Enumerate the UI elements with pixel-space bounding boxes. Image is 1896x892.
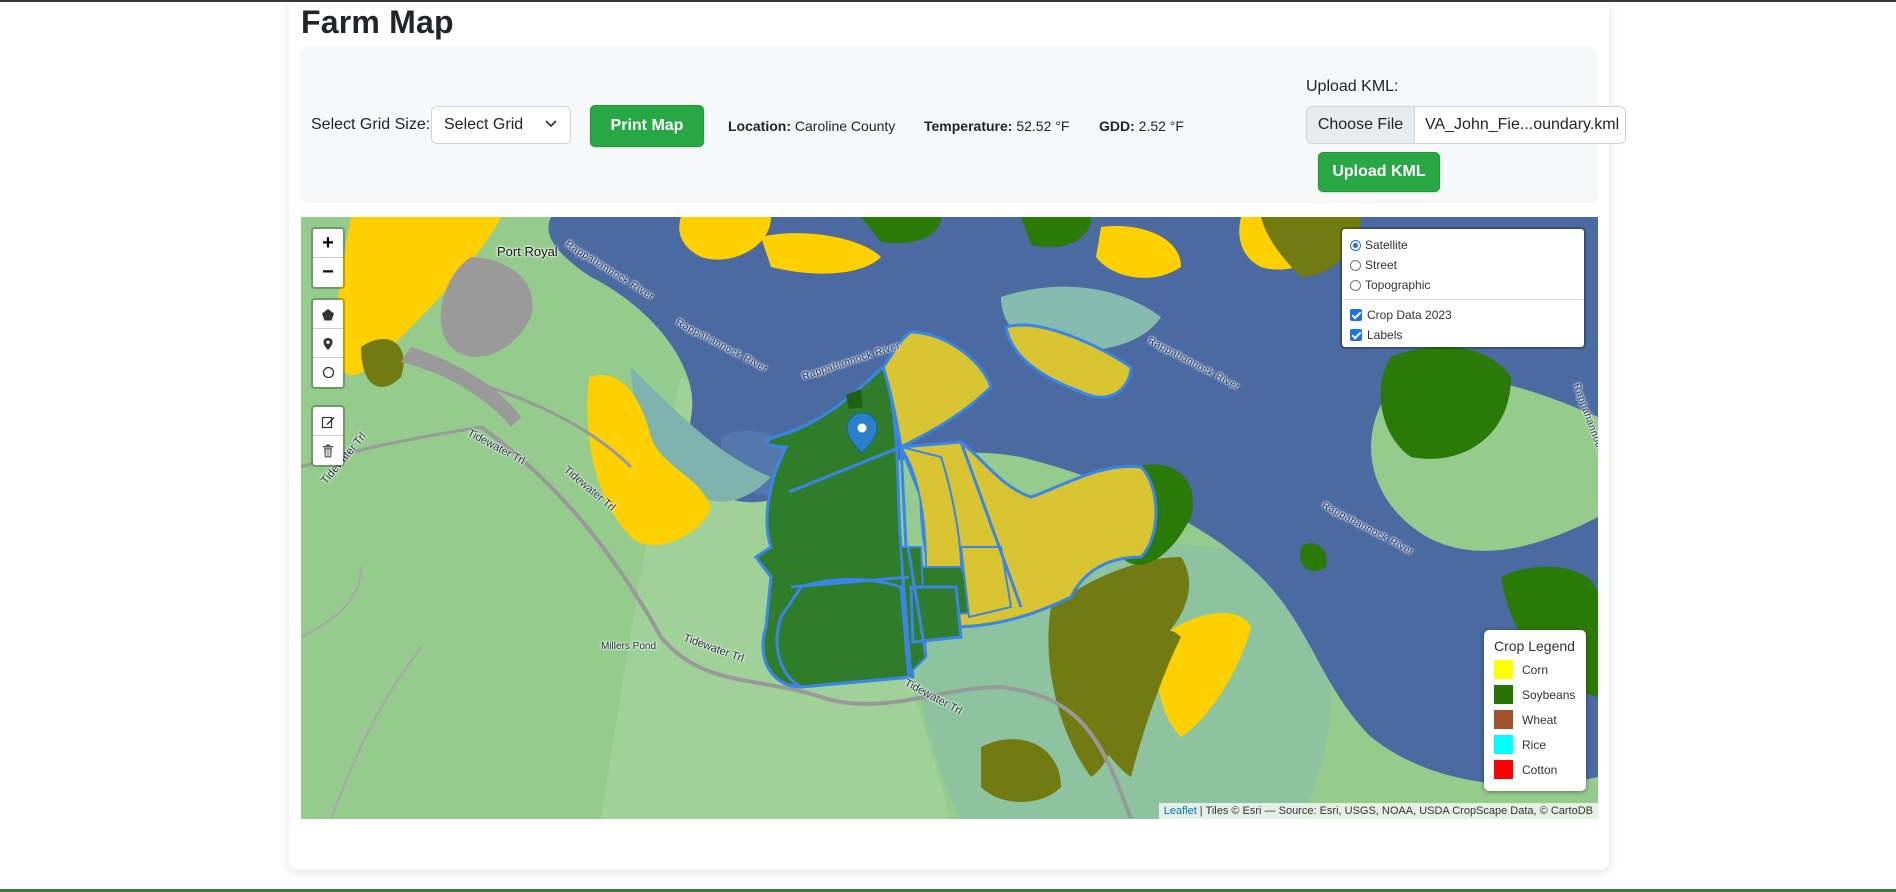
legend-swatch-corn [1494,660,1513,679]
crop-legend: Crop Legend Corn Soybeans Wheat Rice Cot… [1484,630,1586,791]
print-map-button[interactable]: Print Map [590,105,704,147]
draw-circle-button[interactable] [313,358,343,387]
legend-item-soybeans: Soybeans [1494,682,1576,707]
legend-swatch-wheat [1494,710,1513,729]
radio-topographic[interactable] [1350,279,1361,291]
location-info: Location: Caroline County [728,118,896,134]
marker-icon [323,337,333,350]
attribution-text: | Tiles © Esri — Source: Esri, USGS, NOA… [1196,805,1593,817]
pond-label: Millers Pond [601,641,657,652]
trash-icon [323,444,333,458]
edit-icon [321,416,335,428]
farm-map-card: Farm Map Select Grid Size: Select Grid P… [289,2,1626,870]
zoom-out-button[interactable]: − [313,258,343,287]
upload-kml-button[interactable]: Upload KML [1318,152,1440,192]
layer-control: Satellite Street Topographic Crop Data 2… [1340,227,1586,349]
legend-item-corn: Corn [1494,657,1576,682]
grid-select-value: Select Grid [444,116,524,133]
grid-size-label: Select Grid Size: [311,116,431,133]
chevron-down-icon [545,120,557,128]
base-layer-street[interactable]: Street [1350,255,1576,275]
base-layer-satellite[interactable]: Satellite [1350,235,1576,255]
grid-size-select[interactable]: Select Grid [431,106,571,144]
kml-file-input[interactable]: Choose File VA_John_Fie...oundary.kml [1306,106,1626,144]
legend-item-rice: Rice [1494,732,1576,757]
edit-toolbar [311,405,345,467]
place-label-port-royal: Port Royal [497,244,558,259]
base-layer-topographic[interactable]: Topographic [1350,275,1576,295]
circle-icon [322,367,334,379]
edit-layers-button[interactable] [313,407,343,436]
overlay-crop-data[interactable]: Crop Data 2023 [1350,305,1576,325]
legend-title: Crop Legend [1494,638,1575,654]
legend-item-wheat: Wheat [1494,707,1576,732]
page-title: Farm Map [301,4,454,40]
draw-toolbar [311,298,345,389]
polygon-icon [322,308,334,321]
controls-panel: Select Grid Size: Select Grid Print Map … [301,47,1626,201]
legend-swatch-rice [1494,735,1513,754]
layer-separator [1342,299,1584,300]
draw-marker-button[interactable] [313,329,343,358]
choose-file-button[interactable]: Choose File [1307,107,1415,143]
map-attribution: Leaflet | Tiles © Esri — Source: Esri, U… [1158,803,1598,819]
overlay-labels[interactable]: Labels [1350,325,1576,345]
temperature-info: Temperature: 52.52 °F [924,118,1070,134]
radio-street[interactable] [1350,259,1361,271]
gdd-info: GDD: 2.52 °F [1099,118,1184,134]
upload-kml-label: Upload KML: [1306,78,1399,95]
selected-file-name: VA_John_Fie...oundary.kml [1425,116,1620,133]
zoom-control: + − [311,227,345,289]
legend-swatch-soybeans [1494,685,1513,704]
leaflet-link[interactable]: Leaflet [1164,805,1197,817]
draw-polygon-button[interactable] [313,300,343,329]
checkbox-labels[interactable] [1350,329,1362,341]
radio-satellite[interactable] [1350,239,1361,251]
legend-swatch-cotton [1494,760,1513,779]
legend-item-cotton: Cotton [1494,757,1576,782]
checkbox-crop-data[interactable] [1350,309,1362,321]
zoom-in-button[interactable]: + [313,229,343,258]
map-view[interactable]: Port Royal Rappahannock River Rappahanno… [301,217,1598,819]
delete-layers-button[interactable] [313,436,343,465]
